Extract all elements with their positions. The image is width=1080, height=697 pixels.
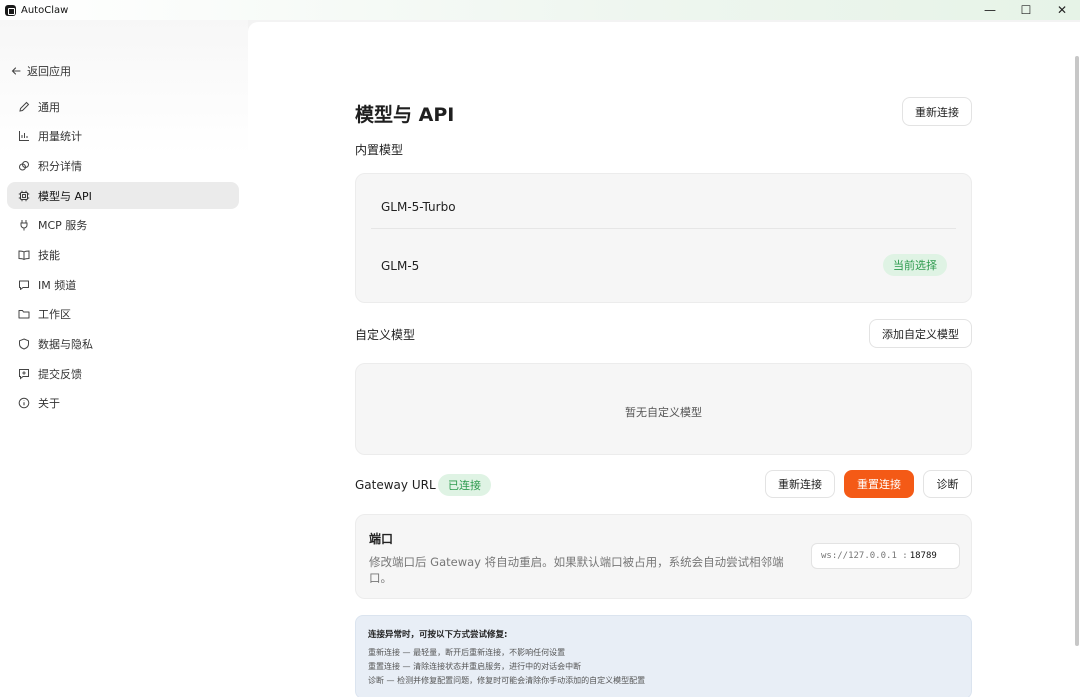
shield-icon — [18, 338, 30, 350]
diagnose-button[interactable]: 诊断 — [923, 470, 972, 498]
title-bar: AutoClaw — ☐ ✕ — [0, 0, 1080, 20]
troubleshooting-info-box: 连接异常时，可按以下方式尝试修复: 重新连接 — 最轻量，断开后重新连接，不影响… — [355, 615, 972, 697]
sidebar-item-mcp[interactable]: MCP 服务 — [7, 212, 239, 239]
sidebar-item-models-api[interactable]: 模型与 API — [7, 182, 239, 210]
folder-icon — [18, 308, 30, 320]
add-custom-model-button[interactable]: 添加自定义模型 — [869, 319, 972, 348]
back-label: 返回应用 — [27, 65, 71, 78]
maximize-icon[interactable]: ☐ — [1008, 0, 1044, 20]
chip-icon — [18, 190, 30, 202]
sidebar-item-usage[interactable]: 用量统计 — [7, 123, 239, 150]
troubleshooting-line: 诊断 — 检测并修复配置问题，修复时可能会清除你手动添加的自定义模型配置 — [368, 676, 646, 685]
sidebar-item-im-channel[interactable]: IM 频道 — [7, 271, 239, 298]
sidebar-item-label: 提交反馈 — [38, 367, 82, 381]
info-icon — [18, 397, 30, 409]
arrow-left-icon — [11, 67, 21, 75]
sidebar-item-workspace[interactable]: 工作区 — [7, 301, 239, 328]
port-title: 端口 — [369, 532, 394, 546]
coins-icon — [18, 160, 30, 172]
model-option-glm-5-turbo[interactable]: GLM-5-Turbo — [381, 200, 456, 214]
port-description: 修改端口后 Gateway 将自动重启。如果默认端口被占用，系统会自动尝试相邻端… — [369, 555, 784, 585]
divider — [371, 228, 956, 229]
troubleshooting-line: 重置连接 — 清除连接状态并重启服务，进行中的对话会中断 — [368, 662, 582, 671]
pencil-icon — [18, 101, 30, 113]
sidebar-item-label: 积分详情 — [38, 159, 82, 173]
builtin-models-heading: 内置模型 — [355, 143, 404, 157]
port-input[interactable]: ws://127.0.0.1 : 18789 — [811, 543, 960, 569]
sidebar: 返回应用 通用 用量统计 积分详情 模型与 API MCP 服务 技能 IM 频… — [0, 20, 248, 697]
gateway-url-label: Gateway URL — [355, 478, 436, 492]
sidebar-item-label: 数据与隐私 — [38, 338, 93, 351]
custom-models-card: 暂无自定义模型 — [355, 363, 972, 455]
scrollbar[interactable] — [1075, 56, 1079, 646]
sidebar-item-label: 工作区 — [38, 308, 71, 322]
port-value: 18789 — [909, 551, 937, 561]
close-icon[interactable]: ✕ — [1044, 0, 1080, 20]
custom-models-heading: 自定义模型 — [355, 328, 416, 342]
reconnect-button[interactable]: 重新连接 — [765, 470, 835, 498]
sidebar-item-label: 模型与 API — [38, 189, 92, 203]
book-icon — [18, 249, 30, 261]
sidebar-item-label: 通用 — [38, 100, 60, 114]
minimize-icon[interactable]: — — [972, 0, 1008, 20]
builtin-models-card: GLM-5-Turbo GLM-5 当前选择 — [355, 173, 972, 303]
reconnect-top-button[interactable]: 重新连接 — [902, 97, 972, 126]
current-selection-badge: 当前选择 — [883, 254, 947, 276]
sidebar-item-label: 用量统计 — [38, 130, 82, 144]
back-to-app-link[interactable]: 返回应用 — [11, 63, 71, 79]
sidebar-item-label: 关于 — [38, 397, 60, 411]
sidebar-item-about[interactable]: 关于 — [7, 390, 239, 417]
connected-status-badge: 已连接 — [438, 474, 491, 496]
window-controls: — ☐ ✕ — [972, 0, 1080, 20]
empty-state-text: 暂无自定义模型 — [625, 406, 702, 419]
sidebar-item-privacy[interactable]: 数据与隐私 — [7, 331, 239, 358]
troubleshooting-line: 重新连接 — 最轻量，断开后重新连接，不影响任何设置 — [368, 648, 566, 657]
page-title: 模型与 API — [355, 104, 455, 126]
bar-chart-icon — [18, 130, 30, 142]
settings-nav: 通用 用量统计 积分详情 模型与 API MCP 服务 技能 IM 频道 工作区… — [7, 93, 239, 420]
sidebar-item-label: MCP 服务 — [38, 219, 88, 233]
model-option-glm-5[interactable]: GLM-5 — [381, 259, 419, 273]
port-prefix: ws://127.0.0.1 : — [821, 551, 908, 561]
troubleshooting-title: 连接异常时，可按以下方式尝试修复: — [368, 630, 508, 640]
chat-icon — [18, 279, 30, 291]
sidebar-item-general[interactable]: 通用 — [7, 93, 239, 120]
sidebar-item-credits[interactable]: 积分详情 — [7, 152, 239, 179]
port-card: 端口 修改端口后 Gateway 将自动重启。如果默认端口被占用，系统会自动尝试… — [355, 514, 972, 599]
reset-connection-button[interactable]: 重置连接 — [844, 470, 914, 498]
plug-icon — [18, 219, 30, 231]
window-title: AutoClaw — [21, 4, 69, 16]
sidebar-item-label: 技能 — [38, 248, 60, 262]
feedback-icon — [18, 368, 30, 380]
sidebar-item-label: IM 频道 — [38, 278, 77, 292]
sidebar-item-skills[interactable]: 技能 — [7, 241, 239, 268]
app-logo-icon — [5, 4, 16, 16]
sidebar-item-feedback[interactable]: 提交反馈 — [7, 360, 239, 387]
main-panel: 模型与 API 重新连接 内置模型 GLM-5-Turbo GLM-5 当前选择… — [248, 22, 1080, 697]
